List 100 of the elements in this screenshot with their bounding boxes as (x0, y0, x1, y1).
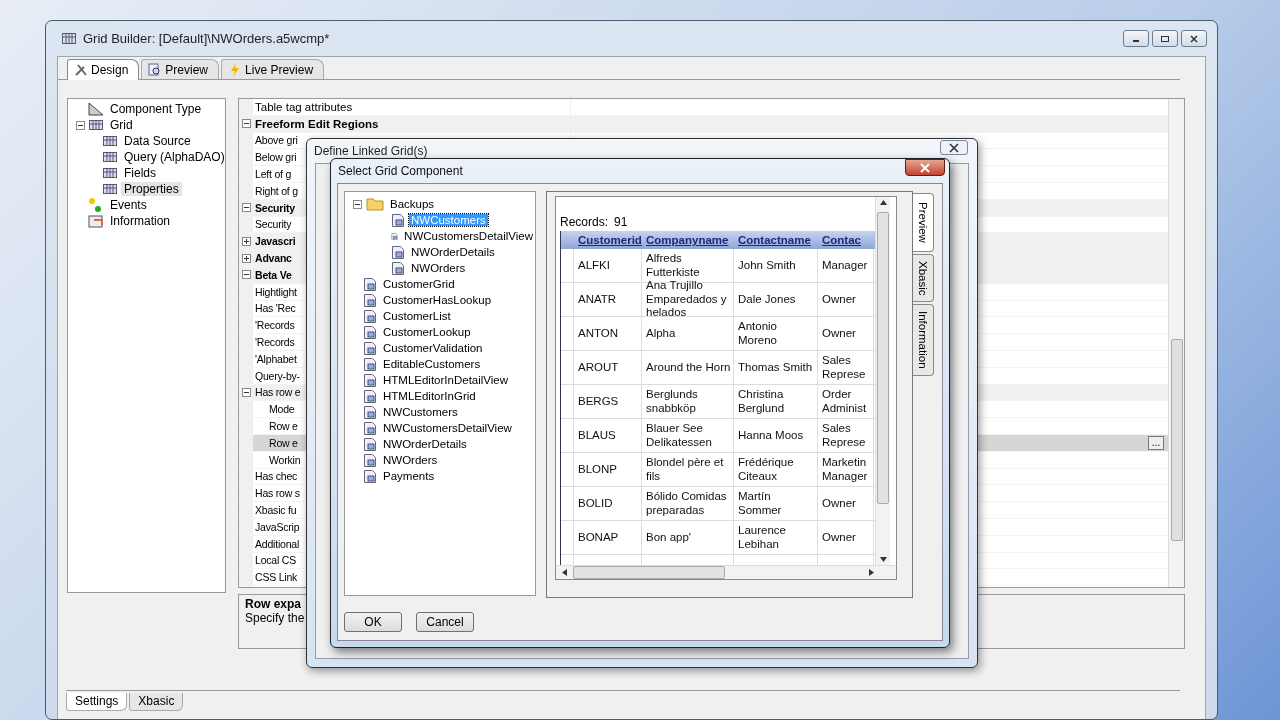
scrollbar[interactable] (555, 565, 897, 580)
table-cell: BLAUS (574, 419, 642, 452)
tree-item[interactable]: Grid (107, 118, 136, 132)
column-header[interactable]: Customerid (574, 234, 646, 246)
tree-item[interactable]: NWOrderDetails (409, 246, 497, 258)
tree-item[interactable]: Properties (121, 182, 182, 196)
property-name: Below gri (255, 151, 297, 164)
scroll-right-icon[interactable] (869, 569, 874, 576)
property-name: Has 'Rec (255, 302, 296, 315)
expand-toggle-icon[interactable] (241, 236, 251, 246)
tree-item[interactable]: NWCustomersDetailView (402, 230, 535, 242)
expand-toggle-icon[interactable] (241, 387, 251, 397)
property-name: Query-by- (255, 369, 300, 382)
ok-button[interactable]: OK (344, 612, 402, 632)
table-cell: Sales Represe (818, 351, 874, 384)
tree-item[interactable]: Query (AlphaDAO) (121, 150, 228, 164)
tab[interactable]: Xbasic (913, 253, 934, 303)
scroll-left-icon[interactable] (562, 569, 567, 576)
grid-icon (102, 134, 118, 148)
property-row[interactable]: Table tag attributes (239, 99, 1168, 116)
edit-button[interactable]: ... (1148, 435, 1164, 450)
tab[interactable]: Design (67, 59, 140, 80)
tree-item[interactable]: Payments (381, 470, 437, 482)
scrollbar[interactable] (875, 197, 890, 565)
property-name: Table tag attributes (255, 100, 353, 113)
tree-item[interactable]: NWCustomers (381, 406, 460, 418)
document-icon (363, 468, 377, 484)
table-cell: Order Administ (818, 385, 874, 418)
document-icon (363, 404, 377, 420)
collapse-icon[interactable] (76, 120, 85, 130)
tree-item[interactable]: Events (107, 198, 150, 212)
property-name: 'Records (255, 336, 295, 349)
tree-item[interactable]: Information (107, 214, 174, 228)
expand-toggle-icon[interactable] (241, 253, 251, 263)
property-name: JavaScrip (255, 520, 300, 533)
tree-item[interactable]: Component Type (107, 102, 205, 116)
column-header[interactable]: Contac (822, 234, 875, 246)
close-button[interactable] (1181, 30, 1207, 47)
collapse-icon[interactable] (353, 199, 362, 209)
table-cell: BOLID (574, 487, 642, 520)
close-button[interactable] (905, 159, 945, 176)
document-icon (363, 324, 377, 340)
property-name: Above gri (255, 134, 298, 147)
document-icon (363, 340, 377, 356)
property-name: Right of g (255, 184, 298, 197)
property-name: Row e (269, 436, 298, 449)
close-button[interactable] (940, 140, 968, 155)
tree-item[interactable]: NWOrders (409, 262, 468, 274)
tree-item[interactable]: CustomerHasLookup (381, 294, 494, 306)
tab[interactable]: Live Preview (221, 59, 325, 79)
property-name: Local CS (255, 554, 296, 567)
property-name: Has chec (255, 470, 298, 483)
document-icon (363, 452, 377, 468)
expand-toggle-icon[interactable] (241, 119, 251, 129)
tree-item[interactable]: CustomerValidation (381, 342, 485, 354)
tree-item[interactable]: Fields (121, 166, 159, 180)
property-name: Xbasic fu (255, 504, 297, 516)
document-icon (363, 372, 377, 388)
table-cell: Owner (818, 317, 874, 350)
tree-item[interactable]: Data Source (121, 134, 194, 148)
tab[interactable]: Settings (66, 693, 128, 711)
table-cell: Marketin Manager (818, 453, 874, 486)
tree-item[interactable]: CustomerGrid (381, 278, 457, 290)
tree-item[interactable]: HTMLEditorInGrid (381, 390, 478, 402)
minimize-button[interactable] (1123, 30, 1149, 47)
close-icon (919, 162, 931, 173)
tab[interactable]: Information (913, 304, 934, 376)
tree-item[interactable]: HTMLEditorInDetailView (381, 374, 511, 386)
column-header[interactable]: Contactname (738, 234, 822, 246)
table-cell: Owner (818, 487, 874, 520)
description-text: Specify the (245, 611, 305, 625)
scroll-down-icon[interactable] (879, 557, 887, 562)
table-cell: Martín Sommer (734, 487, 818, 520)
table-cell: Around the Horn (642, 351, 734, 384)
scrollbar[interactable] (1168, 99, 1184, 587)
tree-item[interactable]: CustomerLookup (381, 326, 473, 338)
property-name: Left of g (255, 168, 292, 181)
expand-toggle-icon[interactable] (241, 270, 251, 280)
tab[interactable]: Preview (141, 59, 220, 79)
maximize-button[interactable] (1152, 30, 1178, 47)
document-icon (391, 260, 405, 276)
cancel-button[interactable]: Cancel (416, 612, 474, 632)
table-cell: Thomas Smith (734, 351, 818, 384)
tree-item[interactable]: CustomerList (381, 310, 453, 322)
tab[interactable]: Preview (913, 193, 934, 252)
expand-toggle-icon[interactable] (241, 203, 251, 213)
grid-icon (102, 150, 118, 164)
table-cell: AROUT (574, 351, 642, 384)
column-header[interactable]: Companyname (646, 234, 738, 246)
table-cell: Dale Jones (734, 283, 818, 316)
property-name: Mode (269, 403, 295, 416)
tree-item[interactable]: NWOrderDetails (381, 438, 469, 450)
tree-item[interactable]: Backups (388, 198, 437, 210)
tab[interactable]: Xbasic (129, 693, 184, 711)
magnifier-icon (148, 62, 163, 77)
tree-item[interactable]: EditableCustomers (381, 358, 483, 370)
table-cell: Owner (818, 521, 874, 554)
scroll-up-icon[interactable] (879, 200, 887, 205)
tree-item[interactable]: NWOrders (381, 454, 440, 466)
tree-item[interactable]: NWCustomersDetailView (381, 422, 514, 434)
